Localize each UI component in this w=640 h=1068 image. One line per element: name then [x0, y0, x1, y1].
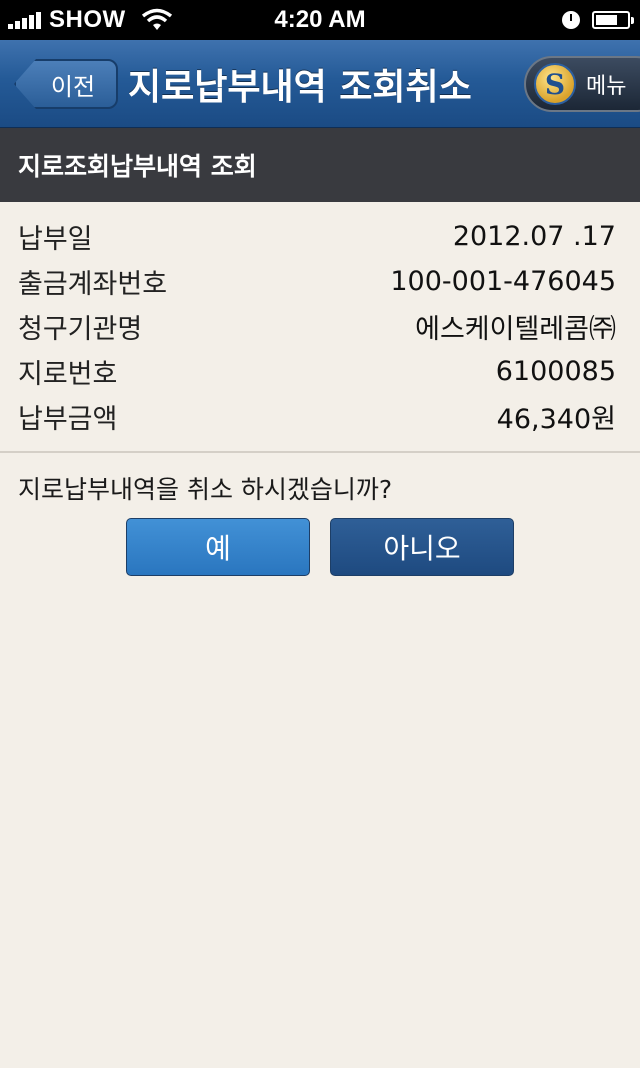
detail-row-payment-amount: 납부금액 46,340원 — [0, 394, 640, 439]
alarm-clock-icon — [562, 11, 580, 29]
detail-value: 46,340원 — [496, 404, 616, 435]
divider — [0, 451, 640, 453]
navigation-bar: 이전 지로납부내역 조회취소 S 메뉴 — [0, 40, 640, 128]
battery-icon — [592, 11, 634, 29]
no-button-label: 아니오 — [383, 532, 461, 565]
menu-button-label: 메뉴 — [586, 74, 627, 99]
detail-value: 6100085 — [495, 356, 616, 387]
detail-value: 2012.07 .17 — [452, 221, 616, 252]
confirm-question: 지로납부내역을 취소 하시겠습니까? — [18, 475, 393, 504]
detail-label: 출금계좌번호 — [18, 269, 168, 300]
detail-row-biller-name: 청구기관명 에스케이텔레콤㈜ — [0, 304, 640, 349]
detail-label: 지로번호 — [18, 359, 118, 390]
back-button-label: 이전 — [50, 72, 96, 101]
section-header: 지로조회납부내역 조회 — [0, 128, 640, 202]
yes-button[interactable]: 예 — [126, 518, 310, 576]
detail-value: 에스케이텔레콤㈜ — [415, 314, 616, 345]
detail-row-payment-date: 납부일 2012.07 .17 — [0, 214, 640, 259]
bank-logo-icon: S — [534, 63, 576, 105]
menu-button[interactable]: S 메뉴 — [524, 56, 640, 112]
detail-label: 납부금액 — [18, 404, 118, 435]
yes-button-label: 예 — [205, 532, 231, 565]
signal-strength-icon — [8, 11, 43, 29]
detail-label: 납부일 — [18, 224, 93, 255]
status-bar: SHOW 4:20 AM — [0, 0, 640, 40]
detail-value: 100-001-476045 — [390, 266, 616, 297]
wifi-icon — [140, 8, 174, 32]
detail-label: 청구기관명 — [18, 314, 143, 345]
section-title: 지로조회납부내역 조회 — [18, 152, 257, 181]
detail-row-giro-number: 지로번호 6100085 — [0, 349, 640, 394]
back-button[interactable]: 이전 — [14, 59, 118, 109]
payment-details: 납부일 2012.07 .17 출금계좌번호 100-001-476045 청구… — [0, 214, 640, 439]
page-title: 지로납부내역 조회취소 — [128, 67, 472, 108]
no-button[interactable]: 아니오 — [330, 518, 514, 576]
carrier-name: SHOW — [49, 6, 126, 33]
detail-row-account-number: 출금계좌번호 100-001-476045 — [0, 259, 640, 304]
